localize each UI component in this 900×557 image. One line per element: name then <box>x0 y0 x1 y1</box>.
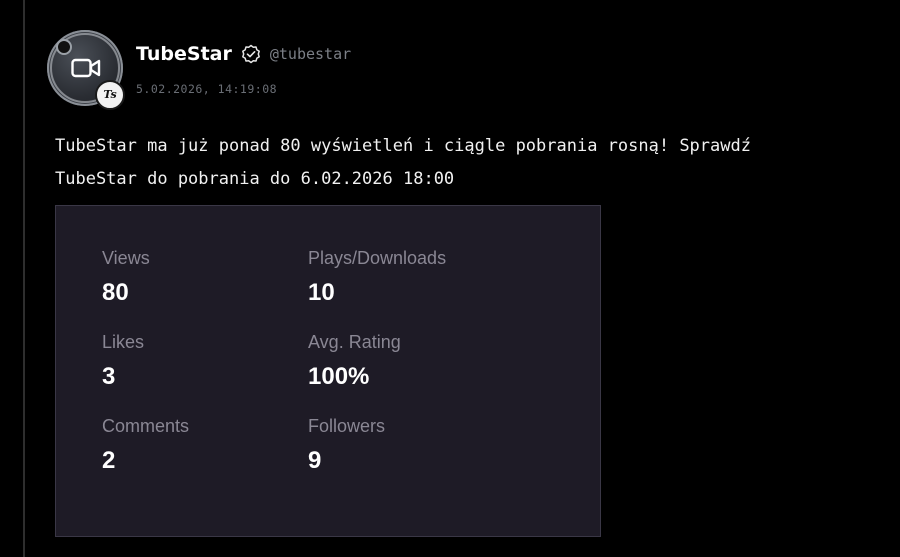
avatar-status-dot <box>56 39 72 55</box>
stat-label: Likes <box>102 332 145 352</box>
stat-followers: Followers 9 <box>308 415 508 475</box>
stat-label: Followers <box>308 416 386 436</box>
stat-avg-rating: Avg. Rating 100% <box>308 331 508 391</box>
stat-label: Views <box>102 248 150 268</box>
post-body: TubeStar ma już ponad 80 wyświetleń i ci… <box>55 130 875 196</box>
verified-check-icon <box>241 44 260 64</box>
author-display-name[interactable]: TubeStar <box>136 43 232 65</box>
stat-label: Comments <box>102 416 190 436</box>
stats-card[interactable]: Views 80 Plays/Downloads 10 Likes 3 Avg.… <box>55 205 601 537</box>
stat-value: 2 <box>102 447 116 474</box>
video-camera-icon <box>71 58 101 78</box>
stat-likes: Likes 3 <box>102 331 302 391</box>
avatar-badge: Ts <box>95 80 125 110</box>
stat-label: Avg. Rating <box>308 332 401 352</box>
stat-plays-downloads: Plays/Downloads 10 <box>308 247 508 307</box>
stat-value: 9 <box>308 447 322 474</box>
stat-value: 100% <box>308 363 370 390</box>
post-text-line-2: TubeStar do pobrania do 6.02.2026 18:00 <box>55 169 455 189</box>
stat-value: 3 <box>102 363 116 390</box>
author-row: TubeStar @tubestar <box>136 43 351 65</box>
author-handle[interactable]: @tubestar <box>270 45 351 63</box>
stat-label: Plays/Downloads <box>308 248 447 268</box>
post-header: Ts TubeStar @tubestar 5.02.2026, 14:19:0… <box>47 30 647 110</box>
stat-views: Views 80 <box>102 247 302 307</box>
post-timestamp[interactable]: 5.02.2026, 14:19:08 <box>136 82 277 96</box>
post-text-line-1: TubeStar ma już ponad 80 wyświetleń i ci… <box>55 136 751 156</box>
thread-divider-line <box>23 0 25 557</box>
stat-comments: Comments 2 <box>102 415 302 475</box>
stat-value: 80 <box>102 279 129 306</box>
stat-value: 10 <box>308 279 335 306</box>
avatar[interactable]: Ts <box>47 30 125 110</box>
